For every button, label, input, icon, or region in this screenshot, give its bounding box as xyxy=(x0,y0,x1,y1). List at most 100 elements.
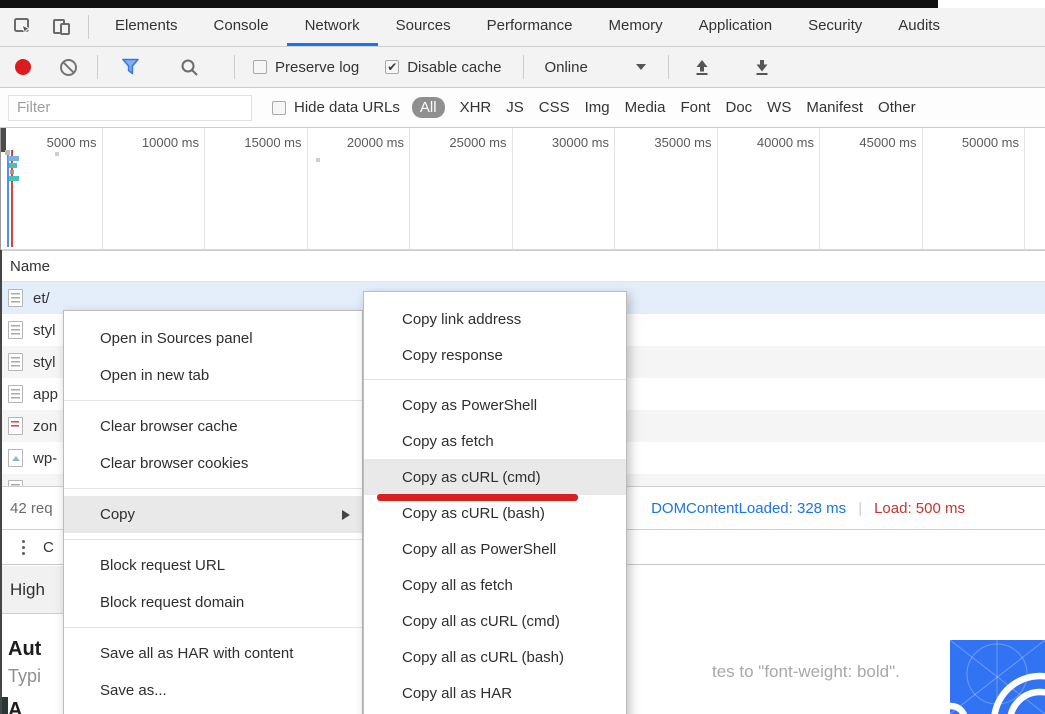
context-menu-item[interactable]: Clear browser cache xyxy=(64,408,362,445)
submenu-item[interactable]: Copy all as cURL (cmd) xyxy=(364,603,626,639)
network-overview[interactable]: 5000 ms 10000 ms 15000 ms 20000 ms 25000… xyxy=(0,128,1045,250)
overview-left-edge xyxy=(0,128,1,250)
devtools-tab-label: Sources xyxy=(395,17,451,34)
name-column-header[interactable]: Name xyxy=(0,250,1045,282)
filter-input[interactable] xyxy=(8,94,252,121)
waterfall-bar xyxy=(8,156,19,161)
timeline-tick: 10000 ms xyxy=(103,128,205,249)
devtools-tab[interactable]: Application xyxy=(681,8,790,46)
type-filter[interactable]: Media xyxy=(625,99,666,116)
checkbox-unchecked-icon xyxy=(253,60,267,74)
record-button[interactable] xyxy=(15,59,31,75)
menu-item-label: Copy as cURL (cmd) xyxy=(402,468,541,486)
devtools-tab[interactable]: Elements xyxy=(97,8,196,46)
submenu-item[interactable]: Copy link address xyxy=(364,301,626,337)
menu-separator xyxy=(64,488,362,489)
filter-icon[interactable] xyxy=(120,56,142,78)
preserve-log-checkbox[interactable]: Preserve log xyxy=(253,59,359,76)
menu-item-label: Copy xyxy=(100,506,136,523)
timing-summary: DOMContentLoaded: 328 ms | Load: 500 ms xyxy=(651,500,965,517)
type-filter[interactable]: Font xyxy=(680,99,710,116)
menu-item-label: Copy response xyxy=(402,346,503,364)
type-filter[interactable]: Other xyxy=(878,99,916,116)
throttling-value: Online xyxy=(544,58,588,76)
disable-cache-checkbox[interactable]: Disable cache xyxy=(385,59,501,76)
timeline-tick: 25000 ms xyxy=(410,128,513,249)
submenu-item[interactable]: Copy as cURL (cmd) xyxy=(364,459,626,495)
status-divider: | xyxy=(858,499,863,517)
devtools-tab[interactable]: Performance xyxy=(469,8,591,46)
context-menu-item[interactable]: Save as... xyxy=(64,672,362,709)
devtools-tab[interactable]: Network xyxy=(286,8,378,46)
file-type-icon xyxy=(8,417,23,435)
type-filter[interactable]: Doc xyxy=(725,99,752,116)
kebab-menu-icon[interactable] xyxy=(22,539,25,555)
waterfall-dot xyxy=(55,152,59,156)
menu-item-label: Clear browser cookies xyxy=(100,455,249,472)
context-menu-item[interactable]: Clear browser cookies xyxy=(64,445,362,482)
submenu-item[interactable]: Copy response xyxy=(364,337,626,373)
toolbar-divider xyxy=(88,15,89,39)
menu-item-label: Copy all as PowerShell xyxy=(402,540,557,558)
drawer-tab-fragment[interactable]: C xyxy=(43,539,54,556)
type-filter[interactable]: WS xyxy=(767,99,791,116)
window-top-strip xyxy=(0,0,938,8)
throttling-dropdown[interactable]: Online xyxy=(544,58,646,76)
page-heading-fragment: Aut xyxy=(8,638,42,660)
submenu-item[interactable]: Copy all as HAR xyxy=(364,675,626,711)
submenu-arrow-icon xyxy=(342,509,350,520)
menu-item-label: Copy all as cURL (cmd) xyxy=(402,612,560,630)
timeline-tick: 35000 ms xyxy=(615,128,718,249)
type-filter[interactable]: All xyxy=(411,97,445,118)
context-menu-item[interactable]: Block request URL xyxy=(64,547,362,584)
context-menu-item[interactable]: Copy xyxy=(64,496,362,533)
toolbar-divider xyxy=(667,55,669,79)
context-menu-item[interactable]: Open in new tab xyxy=(64,357,362,394)
type-filter[interactable]: XHR xyxy=(460,99,492,116)
requests-summary: 42 req xyxy=(10,499,53,517)
menu-item-label: Open in Sources panel xyxy=(100,330,253,347)
waterfall-bar xyxy=(10,170,14,174)
submenu-item[interactable]: Copy as PowerShell xyxy=(364,387,626,423)
search-icon[interactable] xyxy=(178,56,200,78)
menu-separator xyxy=(364,379,626,380)
devtools-tab[interactable]: Security xyxy=(790,8,880,46)
file-type-icon xyxy=(8,289,23,307)
file-type-icon xyxy=(8,353,23,371)
type-filter[interactable]: CSS xyxy=(539,99,570,116)
submenu-item[interactable]: Copy all as cURL (bash) xyxy=(364,639,626,675)
devtools-tab[interactable]: Console xyxy=(196,8,287,46)
load-time: Load: 500 ms xyxy=(874,499,965,517)
context-menu-item[interactable]: Save all as HAR with content xyxy=(64,635,362,672)
menu-item-label: Open in new tab xyxy=(100,367,210,384)
devtools-tab[interactable]: Memory xyxy=(591,8,681,46)
context-menu: Open in Sources panel Open in new tab Cl… xyxy=(63,310,363,714)
type-filter[interactable]: Img xyxy=(585,99,610,116)
type-filter[interactable]: Manifest xyxy=(806,99,863,116)
annotation-underline xyxy=(377,494,578,501)
submenu-item[interactable]: Copy all as fetch xyxy=(364,567,626,603)
hide-data-urls-checkbox[interactable]: Hide data URLs xyxy=(272,99,400,116)
devtools-tab-label: Elements xyxy=(115,17,178,34)
checkbox-unchecked-icon xyxy=(272,100,286,115)
devtools-tab[interactable]: Audits xyxy=(880,8,958,46)
import-har-icon[interactable] xyxy=(691,56,713,78)
submenu-item[interactable]: Copy as fetch xyxy=(364,423,626,459)
page-logo-image xyxy=(950,640,1045,714)
devtools-tab[interactable]: Sources xyxy=(378,8,469,46)
context-menu-item[interactable]: Open in Sources panel xyxy=(64,320,362,357)
menu-item-label: Copy as PowerShell xyxy=(402,396,538,414)
type-filter[interactable]: JS xyxy=(506,99,524,116)
menu-item-label: Copy as fetch xyxy=(402,432,494,450)
export-har-icon[interactable] xyxy=(751,56,773,78)
request-name: styl xyxy=(33,321,56,339)
context-menu-item[interactable]: Block request domain xyxy=(64,584,362,621)
inspect-element-icon[interactable] xyxy=(12,16,34,38)
device-toolbar-icon[interactable] xyxy=(50,16,72,38)
submenu-item[interactable]: Copy all as PowerShell xyxy=(364,531,626,567)
file-type-icon xyxy=(8,385,23,403)
clear-icon[interactable] xyxy=(57,56,79,78)
window-left-edge xyxy=(0,250,2,714)
menu-separator xyxy=(64,400,362,401)
waterfall-bar xyxy=(5,150,10,155)
